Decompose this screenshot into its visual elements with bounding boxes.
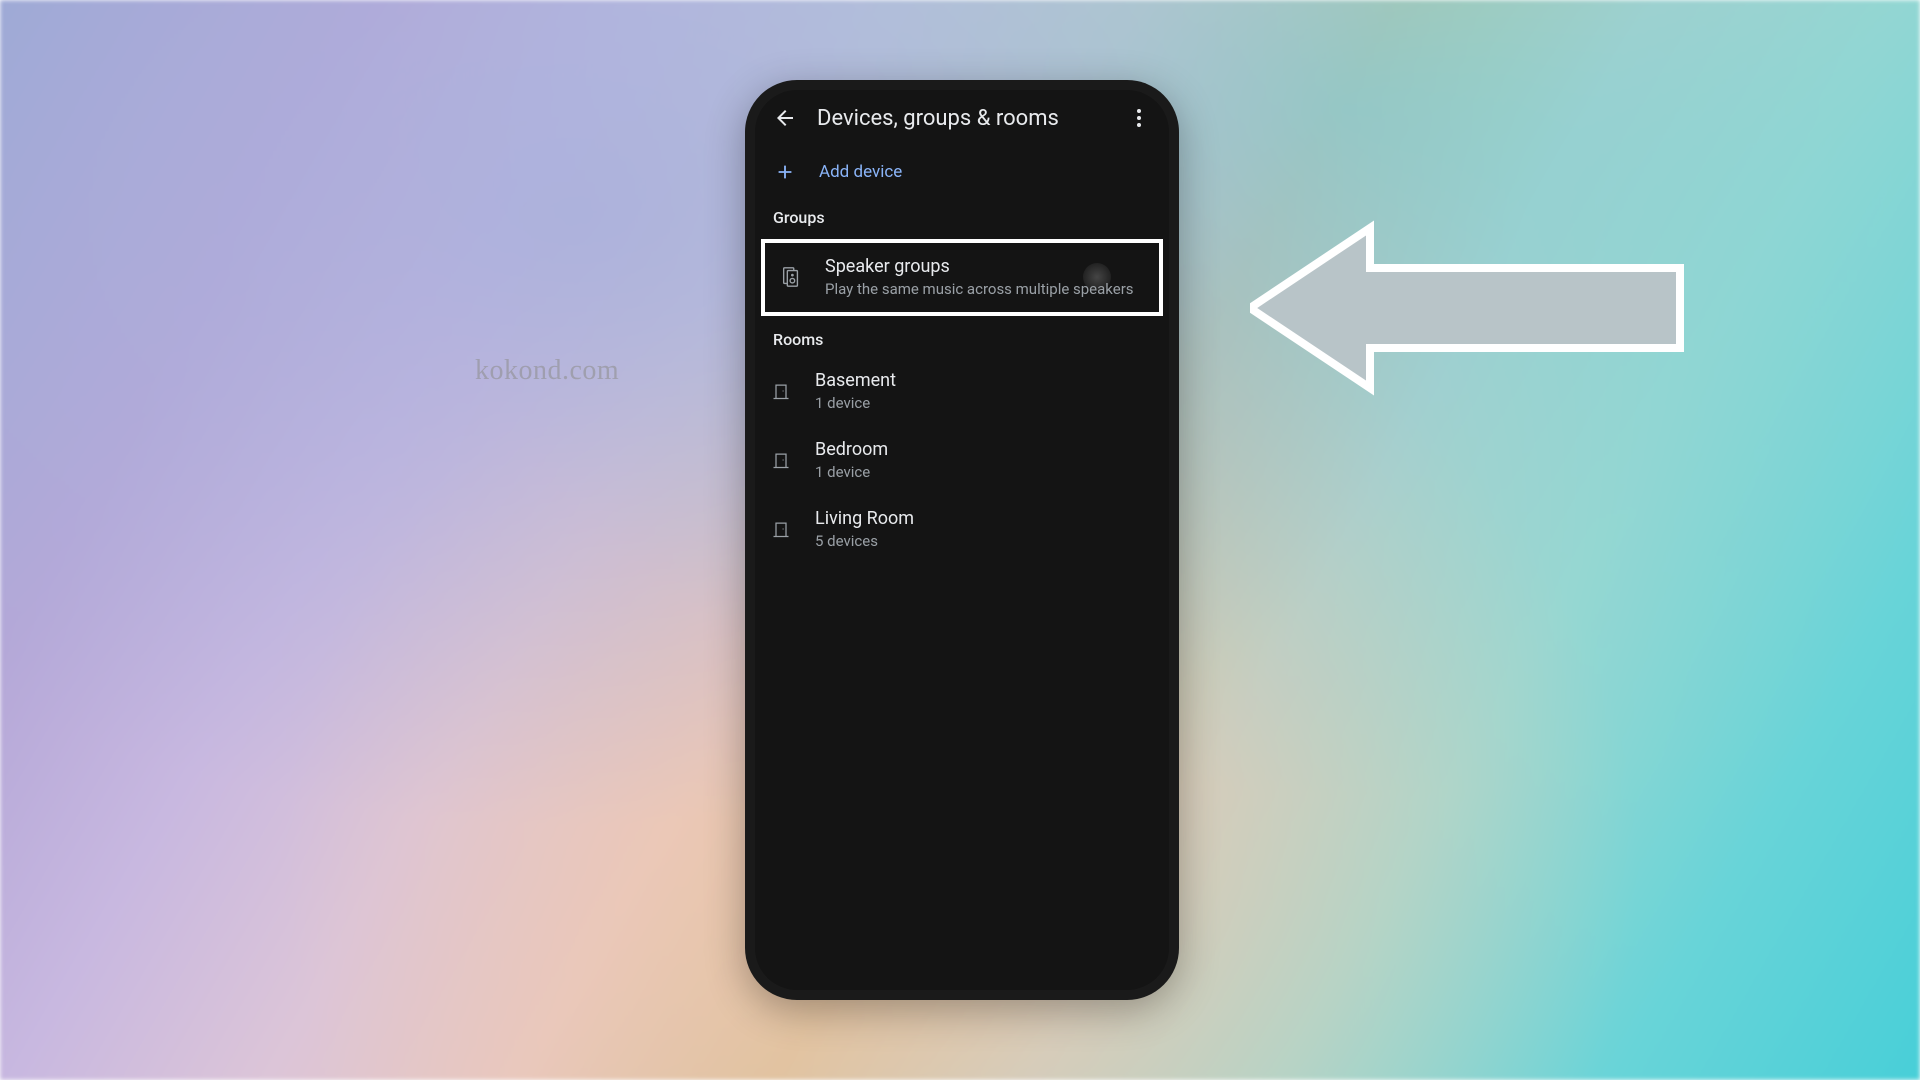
room-item-living-room[interactable]: Living Room 5 devices xyxy=(755,495,1169,564)
room-icon xyxy=(769,379,793,403)
room-subtitle: 1 device xyxy=(815,463,1155,483)
phone-screen: Devices, groups & rooms Add device Group… xyxy=(755,90,1169,990)
touch-indicator xyxy=(1083,263,1111,291)
speaker-group-icon xyxy=(779,265,803,289)
room-text: Basement 1 device xyxy=(815,369,1155,414)
add-device-label: Add device xyxy=(819,162,902,182)
app-bar: Devices, groups & rooms xyxy=(755,90,1169,146)
phone-mockup: Devices, groups & rooms Add device Group… xyxy=(745,80,1179,1000)
speaker-groups-item[interactable]: Speaker groups Play the same music acros… xyxy=(765,243,1159,312)
room-title: Living Room xyxy=(815,507,1155,530)
room-title: Basement xyxy=(815,369,1155,392)
room-item-bedroom[interactable]: Bedroom 1 device xyxy=(755,426,1169,495)
room-subtitle: 5 devices xyxy=(815,532,1155,552)
rooms-section-header: Rooms xyxy=(755,320,1169,357)
watermark-text: kokond.com xyxy=(475,355,619,387)
room-icon xyxy=(769,448,793,472)
room-item-basement[interactable]: Basement 1 device xyxy=(755,357,1169,426)
room-title: Bedroom xyxy=(815,438,1155,461)
plus-icon xyxy=(773,160,797,184)
more-menu-icon[interactable] xyxy=(1127,106,1151,130)
room-subtitle: 1 device xyxy=(815,394,1155,414)
room-icon xyxy=(769,517,793,541)
back-arrow-icon[interactable] xyxy=(773,106,797,130)
arrow-callout-icon xyxy=(1250,218,1690,402)
add-device-button[interactable]: Add device xyxy=(755,146,1169,198)
groups-section-header: Groups xyxy=(755,198,1169,235)
highlighted-speaker-groups: Speaker groups Play the same music acros… xyxy=(761,239,1163,316)
page-title: Devices, groups & rooms xyxy=(817,106,1127,131)
room-text: Bedroom 1 device xyxy=(815,438,1155,483)
room-text: Living Room 5 devices xyxy=(815,507,1155,552)
